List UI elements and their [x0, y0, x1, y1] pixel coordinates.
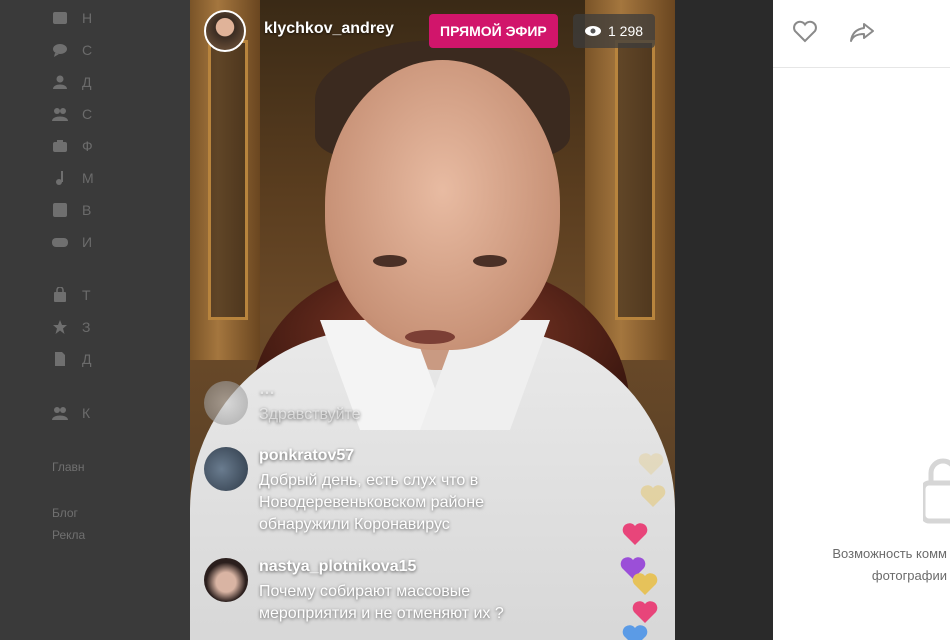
share-arrow-icon [850, 23, 874, 42]
heart-icon [632, 573, 658, 595]
sidebar-item-video[interactable]: В [52, 202, 91, 218]
sidebar-item-label: Т [82, 287, 91, 303]
sidebar-item-goods[interactable]: Т [52, 287, 91, 303]
photos-icon [53, 140, 67, 152]
communities-icon [52, 108, 68, 121]
heart-icon [640, 485, 666, 507]
sidebar-item-label: К [82, 405, 91, 421]
sidebar-item-communities[interactable]: С [52, 106, 92, 122]
sidebar-item-label: З [82, 319, 91, 335]
sidebar-item-label: С [82, 42, 93, 58]
sidebar-item-news[interactable]: Н [52, 10, 92, 26]
music-icon [56, 171, 63, 185]
sidebar-item-label: Ф [82, 138, 93, 154]
eye [373, 255, 407, 267]
sidebar-item-label: В [82, 202, 92, 218]
background-cabinet [190, 0, 260, 360]
eye [473, 255, 507, 267]
share-button[interactable] [847, 17, 877, 47]
live-video[interactable] [190, 0, 675, 640]
sidebar-item-games[interactable]: И [52, 234, 92, 250]
sidebar-item-label: Д [82, 74, 92, 90]
mouth [405, 330, 455, 344]
comment-text: Почему собирают массовые мероприятия и н… [259, 583, 504, 622]
sidebar-item-music[interactable]: М [52, 170, 94, 186]
footer-blog-link[interactable]: Блог [52, 506, 78, 520]
viewer-count-value: 1 298 [608, 23, 644, 39]
sidebar-item-documents[interactable]: Д [52, 351, 91, 367]
sidebar-item-friends[interactable]: Д [52, 74, 91, 90]
sidebar-item-photos[interactable]: Ф [52, 138, 93, 154]
bag-icon [54, 287, 66, 302]
games-icon [52, 238, 68, 247]
comment-text: Здравствуйте [259, 406, 361, 423]
sidebar-item-label: М [82, 170, 94, 186]
face [325, 60, 560, 350]
sidebar-item-label: И [82, 234, 93, 250]
comment-text: Добрый день, есть слух что в Новодеревен… [259, 472, 485, 533]
group-icon [52, 407, 68, 420]
star-icon [53, 320, 67, 334]
sidebar-item-bookmarks[interactable]: З [52, 319, 90, 335]
heart-icon [622, 523, 648, 545]
sidebar-item-label: Д [82, 351, 92, 367]
divider [773, 67, 950, 68]
live-badge: ПРЯМОЙ ЭФИР [429, 14, 558, 48]
comment-avatar[interactable] [204, 558, 248, 602]
video-icon [53, 203, 67, 217]
like-button[interactable] [790, 17, 820, 47]
comment-avatar[interactable] [204, 381, 248, 425]
heart-icon [632, 601, 658, 623]
sidebar-item-messages[interactable]: С [52, 42, 92, 58]
heart-icon [622, 625, 648, 640]
sidebar-item-label: Н [82, 10, 93, 26]
footer-main-link[interactable]: Главн [52, 460, 85, 474]
friends-icon [53, 75, 67, 89]
heart-icon [638, 453, 664, 475]
document-icon [55, 352, 65, 366]
eye-icon [585, 26, 601, 36]
sidebar-item-label: С [82, 106, 93, 122]
news-icon [53, 12, 67, 24]
messages-icon [53, 44, 67, 57]
comment-avatar[interactable] [204, 447, 248, 491]
footer-ads-link[interactable]: Рекла [52, 528, 85, 542]
comment-username[interactable]: … [259, 381, 275, 399]
comments-disabled-message: Возможность комм фотографии [773, 543, 950, 587]
message-line: фотографии [871, 568, 947, 583]
overlay-backdrop[interactable] [675, 0, 773, 640]
comment-username[interactable]: ponkratov57 [259, 447, 354, 465]
lock-icon [923, 458, 950, 524]
heart-outline-icon [793, 20, 817, 43]
viewer-count: 1 298 [573, 14, 656, 48]
streamer-username[interactable]: klychkov_andrey [264, 20, 394, 38]
comment-username[interactable]: nastya_plotnikova15 [259, 558, 416, 576]
message-line: Возможность комм [832, 546, 947, 561]
background-cabinet [585, 0, 675, 360]
streamer-avatar[interactable] [204, 10, 246, 52]
sidebar: Н С Д С Ф М В И Т З Д К Главн Блог Рекла [0, 0, 190, 640]
sidebar-item-groups[interactable]: К [52, 405, 90, 421]
post-side-panel: Возможность комм фотографии [773, 0, 950, 640]
